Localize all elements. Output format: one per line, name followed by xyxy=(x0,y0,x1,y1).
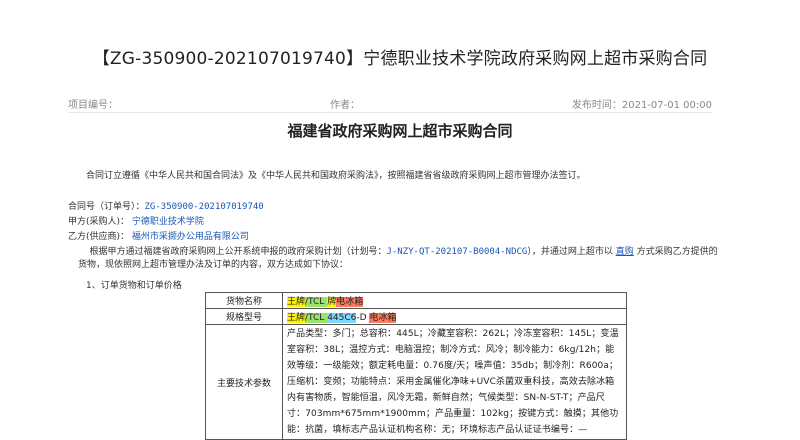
model-product: 电冰箱 xyxy=(369,313,397,323)
party-a-row: 甲方(采购人)： 宁德职业技术学院 xyxy=(68,215,264,230)
project-no-label: 项目编号： xyxy=(68,100,118,111)
product-highlight: 电冰箱 xyxy=(336,297,364,307)
model-brand: 王牌 xyxy=(287,313,306,323)
params-label: 主要技术参数 xyxy=(205,324,283,440)
author-label: 作者： xyxy=(330,100,360,111)
goods-name-label: 货物名称 xyxy=(205,292,283,309)
table-row: 货物名称 王牌/TCL 牌电冰箱 xyxy=(205,292,627,309)
table-row: 规格型号 王牌/TCL 445C6-D 电冰箱 xyxy=(205,308,627,325)
purchase-method-link[interactable]: 直购 xyxy=(616,247,634,257)
document-title: 福建省政府采购网上超市采购合同 xyxy=(287,122,513,140)
params-value: 产品类型：多门；总容积：445L；冷藏室容积：262L；冷冻室容积：145L；变… xyxy=(282,324,627,440)
party-b-value: 福州市采撷办公用品有限公司 xyxy=(131,232,249,242)
basis-middle: ），并通过网上超市以 xyxy=(527,247,613,257)
meta-bar: 项目编号： 作者： 发布时间：2021-07-01 00:00 xyxy=(68,96,712,111)
plan-number: J-NZY-QT-202107-B0004-NDCG xyxy=(386,247,528,257)
brand-char: 牌 xyxy=(327,297,337,307)
model-code: 445C6 xyxy=(327,313,357,323)
divider xyxy=(68,112,712,113)
contract-no-label: 合同号（订单号）： xyxy=(68,202,145,212)
party-a-label: 甲方(采购人)： xyxy=(68,217,130,227)
party-b-label: 乙方(供应商)： xyxy=(68,232,130,242)
section-heading: 1、订单货物和订单价格 xyxy=(86,281,182,291)
contract-fields: 合同号（订单号）：ZG-350900-202107019740 甲方(采购人)：… xyxy=(68,200,264,245)
contract-no-value: ZG-350900-202107019740 xyxy=(144,202,264,212)
intro-paragraph: 合同订立遵循《中华人民共和国合同法》及《中华人民共和国政府采购法》，按照福建省省… xyxy=(86,171,586,181)
model-value: 王牌/TCL 445C6-D 电冰箱 xyxy=(282,308,627,325)
goods-name-value: 王牌/TCL 牌电冰箱 xyxy=(282,292,627,309)
contract-no-row: 合同号（订单号）：ZG-350900-202107019740 xyxy=(68,200,264,215)
party-b-row: 乙方(供应商)： 福州市采撷办公用品有限公司 xyxy=(68,230,264,245)
basis-prefix: 根据甲方通过福建省政府采购网上公开系统申报的政府采购计划（计划号： xyxy=(89,247,387,257)
publish-time: 发布时间：2021-07-01 00:00 xyxy=(571,100,712,111)
table-row: 主要技术参数 产品类型：多门；总容积：445L；冷藏室容积：262L；冷冻室容积… xyxy=(205,324,627,440)
brand-highlight: 王牌 xyxy=(287,297,306,307)
model-code-suffix: -D xyxy=(356,313,370,323)
model-label: 规格型号 xyxy=(205,308,283,325)
basis-paragraph: 根据甲方通过福建省政府采购网上公开系统申报的政府采购计划（计划号：J-NZY-Q… xyxy=(78,246,718,272)
party-a-value: 宁德职业技术学院 xyxy=(131,217,204,227)
spec-table: 货物名称 王牌/TCL 牌电冰箱 规格型号 王牌/TCL 445C6-D 电冰箱… xyxy=(205,292,627,440)
brand-suffix: /TCL xyxy=(305,297,328,307)
page-title: 【ZG-350900-202107019740】宁德职业技术学院政府采购网上超市… xyxy=(92,49,708,69)
model-brand-suffix: /TCL xyxy=(305,313,328,323)
